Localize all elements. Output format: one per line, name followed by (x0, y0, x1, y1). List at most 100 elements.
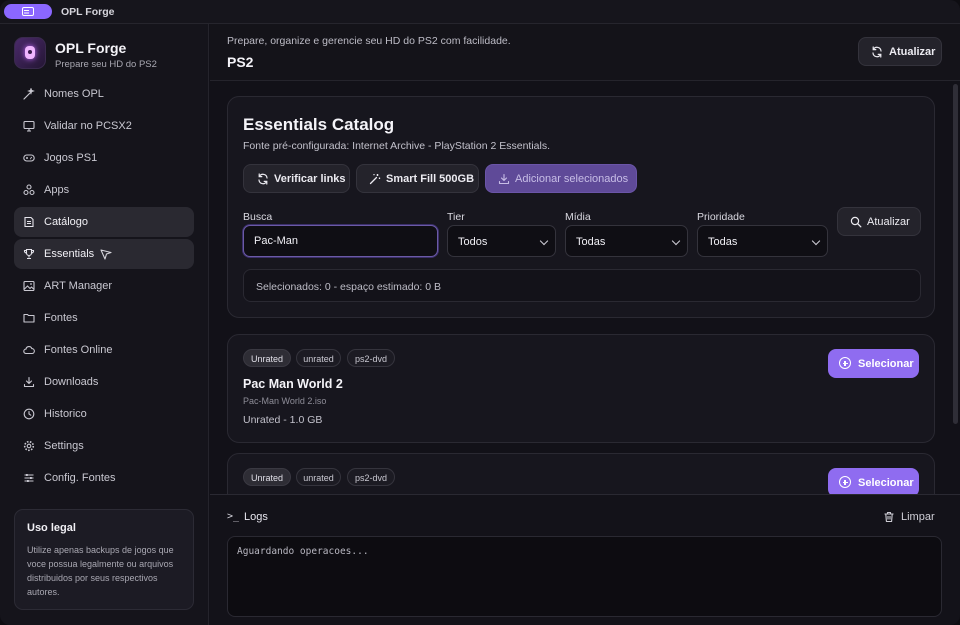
sidebar-item-validar-pcsx2[interactable]: Validar no PCSX2 (14, 111, 194, 141)
sidebar-item-downloads[interactable]: Downloads (14, 367, 194, 397)
selection-summary: Selecionados: 0 - espaço estimado: 0 B (243, 269, 921, 302)
header-refresh-label: Atualizar (889, 45, 936, 58)
window-title: OPL Forge (61, 6, 115, 18)
media-label: Mídia (565, 211, 591, 223)
rating-badge-label: unrated (303, 354, 334, 364)
download-icon (23, 376, 35, 388)
monitor-icon (23, 120, 35, 132)
sidebar-item-label: Nomes OPL (44, 88, 104, 100)
folder-icon (23, 313, 35, 323)
cloud-icon (23, 346, 35, 355)
content-scroll-area[interactable]: Essentials Catalog Fonte pré-configurada… (210, 82, 960, 494)
chevron-down-icon (671, 236, 681, 246)
scrollbar-thumb[interactable] (953, 84, 958, 424)
sidebar-item-fontes[interactable]: Fontes (14, 303, 194, 333)
clear-logs-button[interactable]: Limpar (883, 509, 941, 525)
tier-badge-label: Unrated (250, 354, 284, 364)
catalog-source: Fonte pré-configurada: Internet Archive … (243, 140, 550, 152)
smart-fill-button[interactable]: Smart Fill 500GB (356, 164, 479, 193)
verify-links-button[interactable]: Verificar links (243, 164, 350, 193)
catalog-card: Essentials Catalog Fonte pré-configurada… (227, 96, 935, 318)
priority-select-value: Todas (708, 236, 738, 248)
window-switcher-button[interactable] (4, 4, 52, 19)
search-field[interactable] (243, 225, 438, 257)
sidebar-item-label: Jogos PS1 (44, 152, 98, 164)
tier-select[interactable]: Todos (447, 225, 556, 257)
search-label: Busca (243, 211, 273, 223)
add-selected-label: Adicionar selecionados (515, 172, 629, 185)
sidebar-item-historico[interactable]: Historico (14, 399, 194, 429)
sidebar-item-catalogo[interactable]: Catálogo (14, 207, 194, 237)
sidebar-item-label: ART Manager (44, 280, 113, 292)
sidebar-item-jogos-ps1[interactable]: Jogos PS1 (14, 143, 194, 173)
sidebar: OPL Forge Prepare seu HD do PS2 Nomes OP… (0, 24, 209, 625)
media-badge-label: ps2-dvd (354, 473, 388, 483)
sidebar-item-label: Catálogo (44, 216, 89, 228)
sidebar-item-label: Essentials (44, 248, 95, 260)
refresh-icon (258, 172, 268, 185)
sidebar-item-fontes-online[interactable]: Fontes Online (14, 335, 194, 365)
logs-panel: >_ Logs Limpar Aguardando operacoes... (210, 494, 960, 625)
add-selected-button[interactable]: Adicionar selecionados (485, 164, 637, 193)
media-badge: ps2-dvd (347, 468, 395, 486)
select-game-label: Selecionar (858, 358, 914, 370)
trash-icon (884, 511, 894, 523)
sidebar-item-label: Fontes Online (44, 344, 113, 356)
game-meta: Unrated - 1.0 GB (243, 414, 323, 426)
sliders-icon (24, 474, 34, 482)
media-select-value: Todas (576, 236, 606, 248)
trophy-icon (23, 248, 35, 260)
tier-label: Tier (447, 211, 465, 223)
verify-links-label: Verificar links (274, 172, 346, 185)
content-scrollbar[interactable] (953, 82, 958, 494)
chevron-down-icon (811, 236, 821, 246)
image-icon (23, 280, 35, 292)
page-title: PS2 (227, 54, 254, 70)
search-input[interactable] (244, 226, 437, 256)
game-card: Unrated unrated ps2-dvd Selecionar (227, 453, 935, 494)
sidebar-item-label: Apps (44, 184, 70, 196)
cursor-icon (100, 249, 112, 260)
sidebar-item-label: Validar no PCSX2 (44, 120, 132, 132)
wand-icon (23, 88, 35, 100)
main-panel: Prepare, organize e gerencie seu HD do P… (210, 24, 960, 625)
game-filename: Pac-Man World 2.iso (243, 396, 327, 406)
priority-select[interactable]: Todas (697, 225, 828, 257)
catalog-title: Essentials Catalog (243, 115, 395, 134)
select-game-button[interactable]: Selecionar (828, 468, 919, 494)
select-game-button[interactable]: Selecionar (828, 349, 919, 378)
sidebar-item-apps[interactable]: Apps (14, 175, 194, 205)
media-select[interactable]: Todas (565, 225, 688, 257)
game-card: Unrated unrated ps2-dvd Pac Man World 2 … (227, 334, 935, 443)
sidebar-item-label: Downloads (44, 376, 99, 388)
sidebar-item-config-fontes[interactable]: Config. Fontes (14, 463, 194, 493)
tier-select-value: Todos (458, 236, 488, 248)
logs-output[interactable]: Aguardando operacoes... (227, 536, 942, 617)
brand-name: OPL Forge (55, 40, 127, 56)
page-header: Prepare, organize e gerencie seu HD do P… (210, 24, 960, 81)
tier-badge: Unrated (243, 468, 291, 486)
page-subtitle: Prepare, organize e gerencie seu HD do P… (227, 35, 511, 47)
logs-output-text: Aguardando operacoes... (237, 546, 369, 557)
sidebar-item-label: Fontes (44, 312, 78, 324)
sidebar-item-art-manager[interactable]: ART Manager (14, 271, 194, 301)
filter-refresh-button[interactable]: Atualizar (837, 207, 921, 236)
sidebar-item-settings[interactable]: Settings (14, 431, 194, 461)
tier-badge-label: Unrated (250, 473, 284, 483)
sidebar-item-label: Config. Fontes (44, 472, 116, 484)
gamepad-icon (23, 154, 35, 162)
search-icon (850, 216, 862, 227)
app-window: OPL Forge OPL Forge Prepare seu HD do PS… (0, 0, 960, 625)
sidebar-item-nomes-opl[interactable]: Nomes OPL (14, 79, 194, 109)
media-badge-label: ps2-dvd (354, 354, 388, 364)
header-refresh-button[interactable]: Atualizar (858, 37, 942, 66)
filter-refresh-label: Atualizar (867, 215, 910, 228)
selection-summary-text: Selecionados: 0 - espaço estimado: 0 B (256, 281, 442, 293)
logs-title: Logs (244, 511, 268, 523)
catalog-icon (24, 216, 34, 228)
legal-notice-card: Uso legal Utilize apenas backups de jogo… (14, 509, 194, 610)
sidebar-item-label: Historico (44, 408, 87, 420)
game-title: Pac Man World 2 (243, 377, 343, 391)
gear-icon (23, 440, 35, 452)
sidebar-item-essentials[interactable]: Essentials (14, 239, 194, 269)
